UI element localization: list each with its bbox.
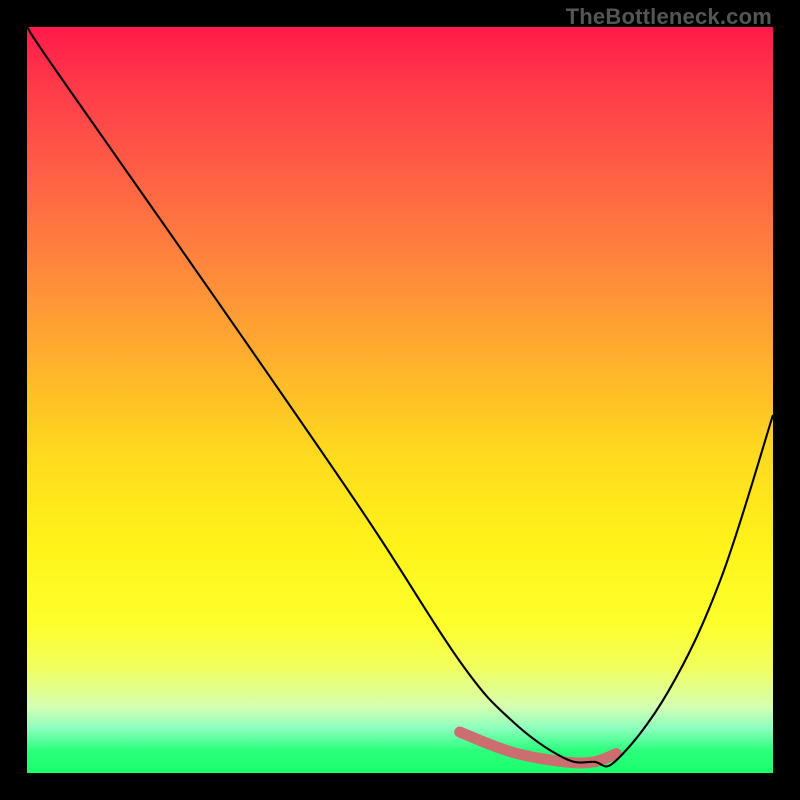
bottleneck-curve <box>27 27 773 767</box>
chart-frame: { "watermark": "TheBottleneck.com", "col… <box>0 0 800 800</box>
plot-area <box>27 27 773 773</box>
curve-svg <box>27 27 773 773</box>
valley-highlight <box>460 732 617 763</box>
